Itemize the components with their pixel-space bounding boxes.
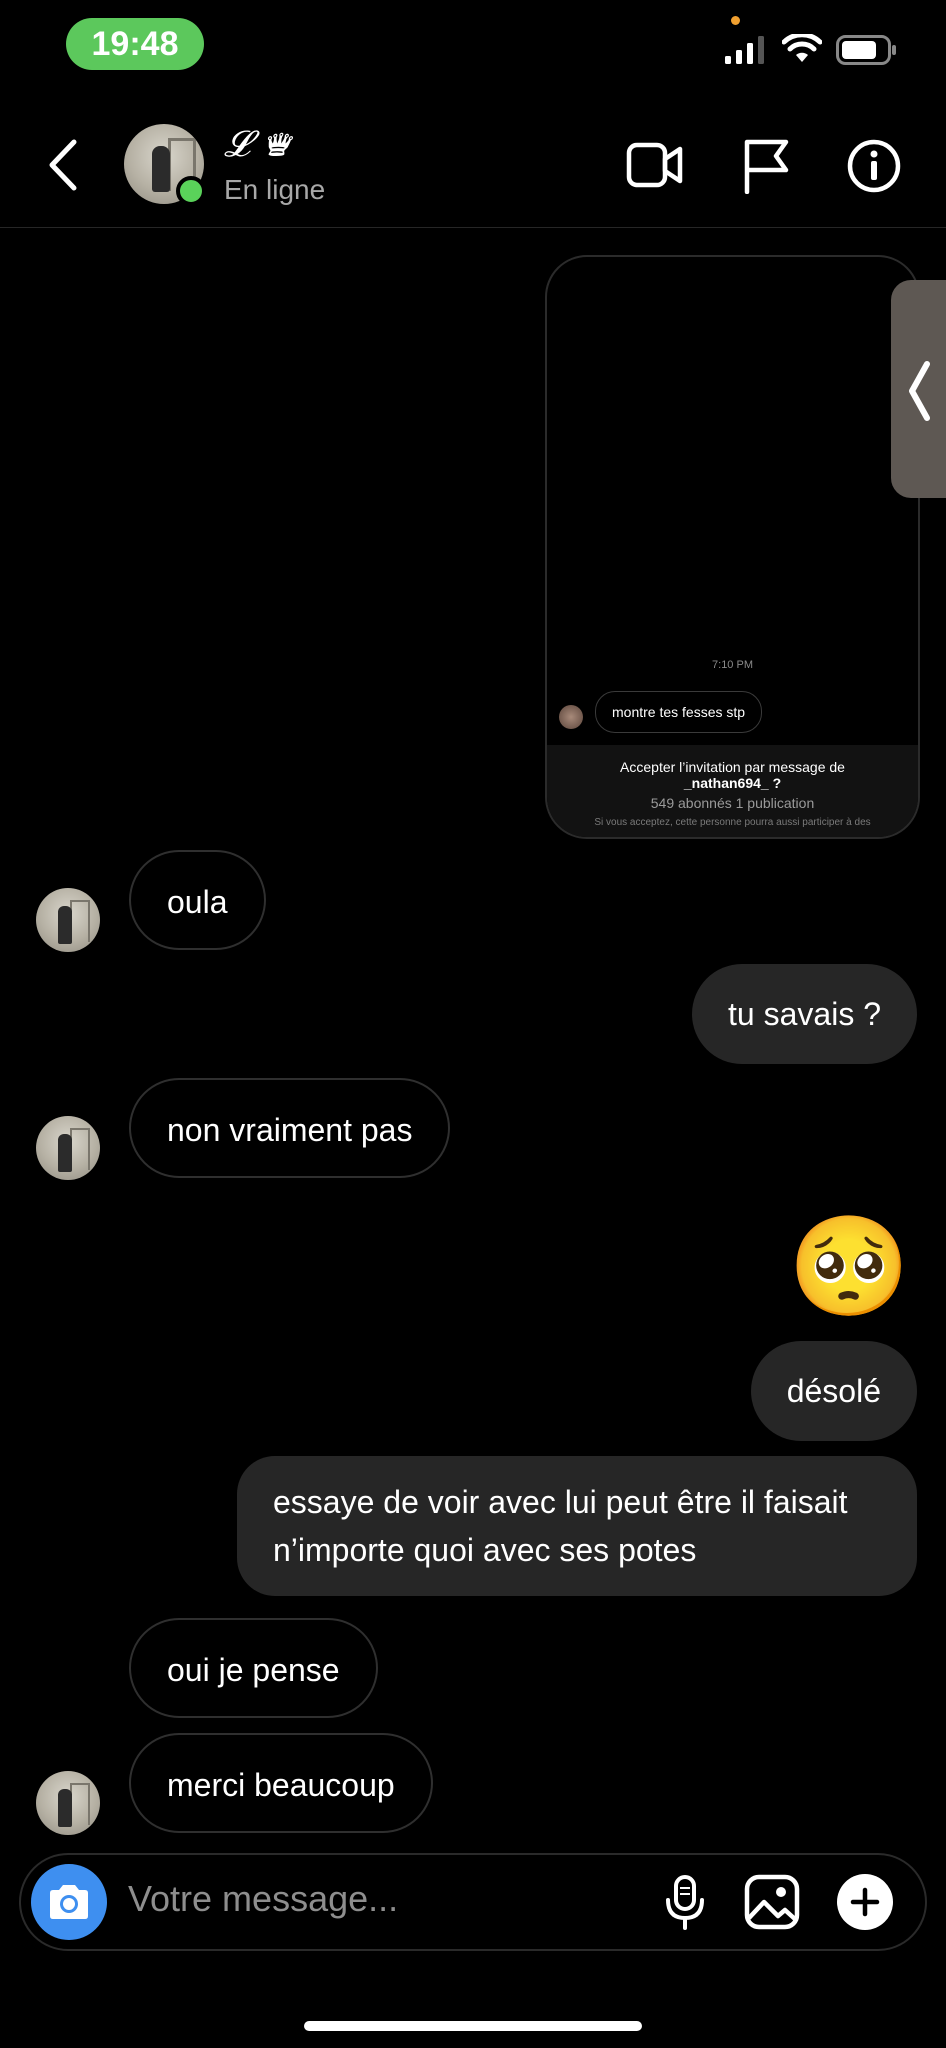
gallery-icon[interactable] [744,1874,800,1930]
report-flag-icon[interactable] [742,138,790,194]
camera-icon [50,1885,88,1919]
screenshot-invite-panel: Accepter l’invitation par message de _na… [547,745,918,837]
message-input[interactable]: Votre message... [128,1878,398,1920]
invite-text: Accepter l’invitation par message de [620,759,845,775]
invite-note: Si vous acceptez, cette personne pourra … [594,817,871,828]
header-divider [0,227,946,228]
privacy-indicator-dot [731,16,740,25]
sender-avatar[interactable] [36,1116,100,1180]
microphone-icon[interactable] [662,1874,708,1932]
screenshot-timestamp: 7:10 PM [712,659,753,671]
side-panel-handle[interactable] [891,280,946,498]
message-outgoing[interactable]: essaye de voir avec lui peut être il fai… [237,1456,917,1596]
plus-button[interactable] [837,1874,893,1930]
message-outgoing[interactable]: désolé [750,1341,917,1441]
contact-status: En ligne [224,174,326,205]
back-icon[interactable] [44,138,80,192]
online-indicator [176,176,206,206]
sender-avatar[interactable] [36,1771,100,1835]
message-incoming[interactable]: merci beaucoup [129,1733,433,1833]
screenshot-avatar [559,705,583,729]
sender-avatar[interactable] [36,888,100,952]
cellular-signal-icon [725,36,764,64]
plus-icon [850,1887,880,1917]
message-incoming[interactable]: non vraiment pas [129,1078,451,1178]
emoji-message[interactable]: 🥺 [788,1206,910,1326]
chevron-left-icon [909,361,930,421]
info-icon[interactable] [846,138,902,194]
message-incoming[interactable]: oula [129,850,266,950]
invite-username: _nathan694_ ? [683,775,782,791]
camera-button[interactable] [31,1864,107,1940]
home-indicator[interactable] [304,2021,642,2031]
status-time: 19:48 [66,18,204,70]
contact-name[interactable]: 𝓛 ♛ [224,124,290,166]
message-outgoing[interactable]: tu savais ? [692,964,917,1064]
wifi-icon [782,34,822,62]
shared-screenshot[interactable]: 7:10 PM montre tes fesses stp Accepter l… [545,255,920,839]
battery-icon [836,35,896,65]
screenshot-message: montre tes fesses stp [595,691,763,733]
invite-stats: 549 abonnés 1 publication [650,795,815,811]
video-call-icon[interactable] [626,141,684,189]
message-incoming[interactable]: oui je pense [129,1618,378,1718]
